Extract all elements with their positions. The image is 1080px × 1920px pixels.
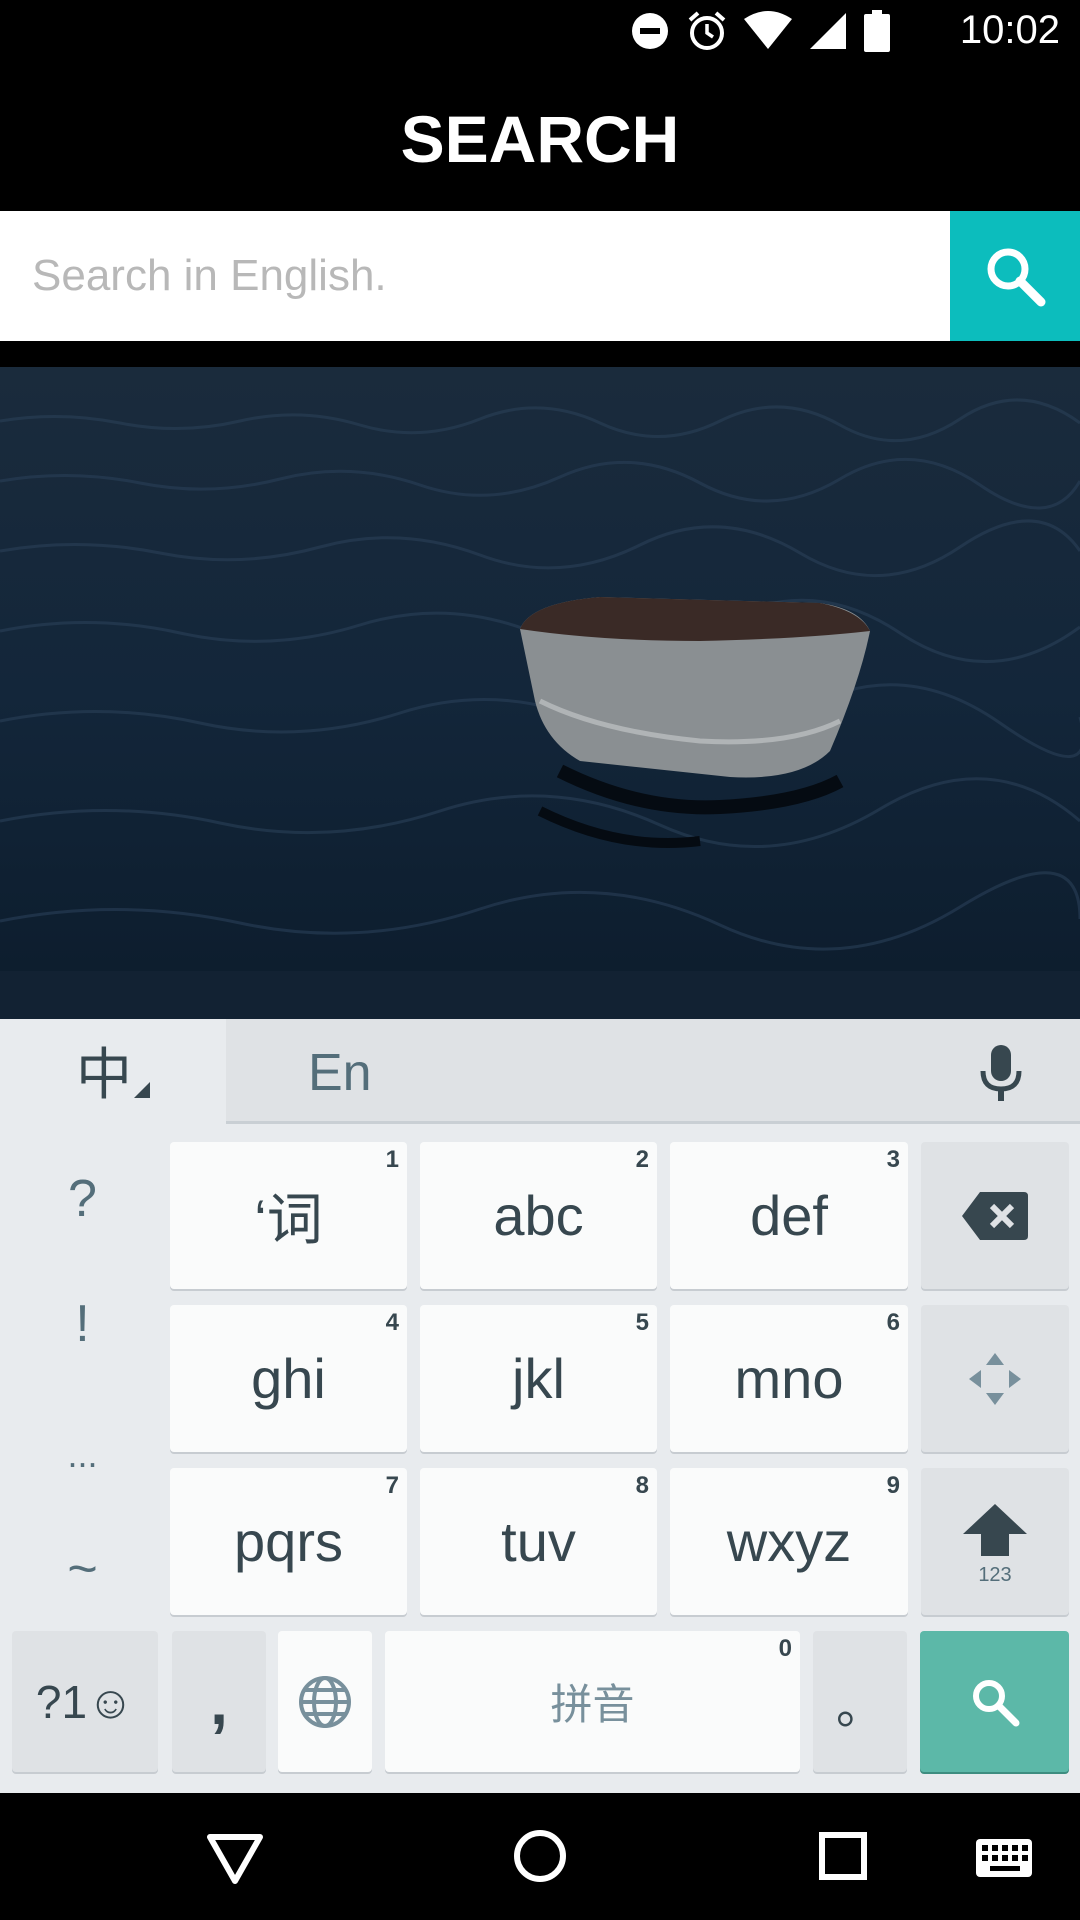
back-button[interactable] (200, 1823, 270, 1893)
key-3[interactable]: def 3 (670, 1142, 908, 1289)
key-label: ‘词 (254, 1188, 323, 1251)
key-number: 9 (886, 1472, 900, 1499)
key-number: 1 (385, 1146, 399, 1173)
key-number: 3 (886, 1146, 900, 1173)
comma-label: , (210, 1665, 228, 1738)
key-label: abc (493, 1184, 584, 1247)
recents-square-icon (819, 1832, 867, 1880)
search-icon (987, 248, 1046, 307)
symbols-label: ?1☺ (35, 1675, 135, 1728)
key-2[interactable]: abc 2 (420, 1142, 657, 1289)
backspace-key[interactable] (921, 1142, 1069, 1289)
key-number: 7 (385, 1472, 399, 1499)
microphone-icon (980, 1045, 1022, 1101)
symbol-ellipsis[interactable]: ... (0, 1434, 165, 1476)
triangle-corner-icon (134, 1082, 150, 1098)
key-label: wxyz (726, 1510, 852, 1573)
key-number: 4 (385, 1309, 399, 1336)
input-mode-label[interactable]: En (308, 1043, 372, 1103)
navigation-bar (0, 1793, 1080, 1920)
boat-on-water-image (0, 341, 1080, 1019)
status-bar: 10:02 (0, 0, 1080, 63)
key-7[interactable]: pqrs 7 (170, 1468, 407, 1615)
key-label: pqrs (234, 1510, 343, 1573)
symbol-exclamation[interactable]: ! (0, 1294, 165, 1354)
key-label: mno (734, 1347, 844, 1410)
period-label: 。 (835, 1680, 884, 1734)
candidate-bar: En (226, 1019, 1080, 1124)
space-number: 0 (778, 1635, 792, 1662)
language-label: 中 (76, 1042, 132, 1106)
key-label: def (750, 1184, 828, 1247)
backspace-icon (962, 1191, 1028, 1240)
key-label: jkl (512, 1347, 565, 1410)
shift-sub-label: 123 (978, 1564, 1012, 1586)
keyboard-switch-button[interactable] (970, 1823, 1040, 1893)
key-number: 6 (886, 1309, 900, 1336)
space-label: 拼音 (550, 1681, 635, 1728)
search-icon (972, 1679, 1019, 1726)
shift-arrow-icon (963, 1504, 1027, 1556)
key-number: 5 (635, 1309, 649, 1336)
page-title: SEARCH (400, 102, 680, 176)
move-arrows-icon (969, 1352, 1021, 1405)
key-5[interactable]: jkl 5 (420, 1305, 657, 1452)
signal-icon (810, 13, 846, 49)
key-number: 2 (635, 1146, 649, 1173)
key-1[interactable]: ‘词 1 (170, 1142, 407, 1289)
search-action-key[interactable] (920, 1631, 1069, 1772)
search-button[interactable] (950, 211, 1080, 341)
space-key[interactable]: 拼音 0 (385, 1631, 800, 1772)
globe-key[interactable] (278, 1631, 372, 1772)
background-image (0, 341, 1080, 1019)
status-icons (630, 10, 890, 52)
shift-key[interactable]: 123 (921, 1468, 1069, 1615)
language-switch-button[interactable]: 中 (0, 1019, 226, 1121)
cursor-move-key[interactable] (921, 1305, 1069, 1452)
key-label: ghi (251, 1347, 326, 1410)
recents-button[interactable] (808, 1821, 878, 1891)
key-6[interactable]: mno 6 (670, 1305, 908, 1452)
home-button[interactable] (505, 1821, 575, 1891)
title-bar: SEARCH (0, 63, 1080, 211)
key-label: tuv (501, 1510, 576, 1573)
soft-keyboard: 中 En ? ! ... ~ ‘词 1 abc 2 def 3 ghi 4 jk… (0, 1019, 1080, 1793)
wifi-icon (744, 11, 792, 49)
key-9[interactable]: wxyz 9 (670, 1468, 908, 1615)
comma-key[interactable]: , (172, 1631, 266, 1772)
back-triangle-icon (207, 1834, 263, 1884)
symbol-question[interactable]: ? (0, 1169, 165, 1229)
voice-input-button[interactable] (966, 1037, 1036, 1107)
search-input[interactable] (0, 211, 950, 341)
keyboard-icon (976, 1839, 1032, 1877)
clock: 10:02 (959, 8, 1060, 52)
key-4[interactable]: ghi 4 (170, 1305, 407, 1452)
globe-icon (299, 1675, 351, 1728)
symbol-tilde[interactable]: ~ (0, 1539, 165, 1599)
key-number: 8 (635, 1472, 649, 1499)
alarm-icon (688, 11, 726, 50)
search-bar (0, 211, 1080, 341)
period-key[interactable]: 。 (813, 1631, 907, 1772)
symbols-emoji-key[interactable]: ?1☺ (12, 1631, 158, 1772)
battery-icon (864, 10, 890, 52)
do-not-disturb-icon (632, 13, 668, 49)
key-8[interactable]: tuv 8 (420, 1468, 657, 1615)
home-circle-icon (514, 1830, 566, 1882)
